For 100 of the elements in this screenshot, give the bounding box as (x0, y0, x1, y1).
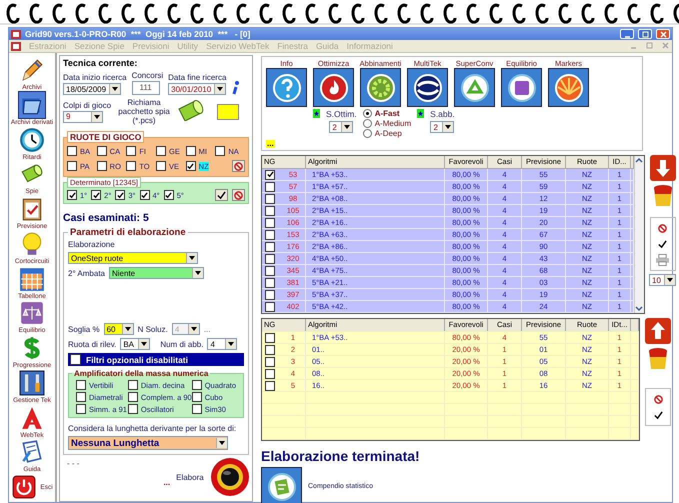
row-checkbox[interactable] (265, 266, 275, 276)
row-checkbox[interactable] (265, 182, 275, 192)
checkbox[interactable] (140, 190, 150, 200)
checkbox[interactable] (192, 380, 202, 390)
caret-icon (141, 342, 148, 346)
radio-option[interactable]: A-Medium (362, 119, 412, 128)
option-label: S.abb. (430, 109, 455, 119)
bucket-icon[interactable] (652, 184, 672, 208)
scroll-up-icon[interactable] (635, 156, 643, 164)
checkbox[interactable] (128, 404, 138, 414)
checkbox[interactable] (192, 404, 202, 414)
dropdown[interactable]: Nessuna Lunghetta (68, 436, 228, 450)
caret-icon (190, 327, 197, 331)
checkbox[interactable] (76, 380, 86, 390)
dropdown[interactable]: 60 (104, 323, 134, 335)
row-checkbox[interactable] (265, 218, 275, 228)
row-checkbox[interactable] (265, 170, 275, 180)
gear-icon (364, 72, 396, 104)
row-checkbox[interactable] (265, 206, 275, 216)
row-checkbox[interactable] (265, 242, 275, 252)
row-checkbox[interactable] (265, 254, 275, 264)
checkbox[interactable] (96, 161, 107, 171)
scrollbar[interactable] (634, 156, 644, 313)
checkbox[interactable] (115, 190, 126, 200)
checkbox[interactable] (128, 392, 138, 402)
checkbox[interactable] (128, 380, 138, 390)
bucket-icon[interactable] (648, 347, 668, 371)
printer-icon (656, 254, 669, 266)
move-up-button[interactable] (645, 318, 672, 344)
checkbox[interactable] (76, 392, 86, 402)
dropdown[interactable]: 4 (207, 338, 238, 350)
tool-button[interactable] (266, 68, 307, 107)
run-button[interactable] (210, 457, 250, 497)
checkbox[interactable] (215, 146, 226, 156)
checkbox[interactable] (76, 404, 86, 414)
row-checkbox[interactable] (265, 368, 275, 378)
dropdown[interactable]: 2 (329, 121, 354, 133)
tool-button[interactable] (407, 68, 448, 107)
tool-button[interactable] (548, 68, 589, 107)
row-checkbox[interactable] (265, 194, 275, 204)
date-field[interactable]: 18/05/2009 (63, 83, 121, 95)
tool-button[interactable] (313, 68, 354, 107)
row-checkbox[interactable] (265, 290, 275, 300)
checkbox[interactable] (126, 146, 136, 156)
check-all-button[interactable] (215, 189, 228, 201)
checkbox[interactable] (67, 190, 77, 200)
dropdown[interactable]: Niente (109, 267, 204, 279)
dropdown[interactable]: 2 (430, 121, 454, 133)
maximize-button[interactable] (638, 29, 652, 39)
clear-button[interactable] (232, 160, 245, 172)
checkbox[interactable] (186, 161, 196, 171)
checkbox[interactable] (164, 190, 174, 200)
row-checkbox[interactable] (265, 380, 275, 390)
tool-button[interactable] (360, 68, 401, 107)
dropdown[interactable]: 9 (63, 110, 103, 122)
date-field[interactable]: 30/01/2010 (168, 83, 226, 95)
field-label: Colpi di gioco (63, 100, 112, 110)
checkbox[interactable] (67, 146, 77, 156)
clear-button[interactable] (652, 393, 665, 405)
dropdown[interactable]: OneStep ruote (68, 252, 198, 264)
checkbox[interactable] (156, 161, 166, 171)
clear-button[interactable] (232, 189, 245, 201)
close-icon (658, 30, 668, 38)
row-checkbox[interactable] (265, 344, 275, 354)
clear-button[interactable] (656, 222, 669, 234)
row-checkbox[interactable] (265, 230, 275, 240)
checkbox[interactable] (70, 354, 81, 365)
row-checkbox[interactable] (265, 332, 275, 342)
maximize-icon (640, 30, 650, 38)
move-down-button[interactable] (650, 155, 676, 181)
ban-icon (234, 190, 243, 200)
minimize-button[interactable] (620, 29, 634, 39)
color-swatch[interactable] (217, 104, 240, 120)
more-button[interactable]: ... (266, 140, 275, 148)
checkbox[interactable] (126, 161, 136, 171)
tool-button[interactable] (454, 68, 495, 107)
dropdown[interactable]: BA (120, 338, 150, 350)
checkbox[interactable] (96, 146, 107, 156)
info-icon[interactable] (231, 81, 240, 95)
checkbox[interactable] (91, 190, 102, 200)
row-checkbox[interactable] (265, 278, 275, 288)
section-title: Tecnica corrente: (63, 58, 138, 68)
checkbox[interactable] (67, 161, 77, 171)
row-checkbox[interactable] (265, 356, 275, 366)
radio-option[interactable]: A-Deep (362, 129, 412, 138)
summary-button[interactable] (261, 467, 302, 503)
row-checkbox[interactable] (265, 302, 275, 312)
checkbox[interactable] (156, 146, 166, 156)
checkbox[interactable] (192, 392, 202, 402)
folder-icon (18, 92, 45, 118)
check-button[interactable] (656, 238, 669, 250)
dropdown[interactable]: 10 (649, 274, 676, 286)
radio-option[interactable]: A-Fast (362, 109, 412, 118)
check-button[interactable] (652, 409, 665, 421)
tool-button[interactable] (501, 68, 542, 107)
clock-icon (19, 126, 45, 152)
close-button[interactable] (656, 29, 670, 39)
checkbox[interactable] (186, 146, 196, 156)
scroll-down-icon[interactable] (635, 305, 643, 313)
dots-label: ... (163, 478, 170, 486)
